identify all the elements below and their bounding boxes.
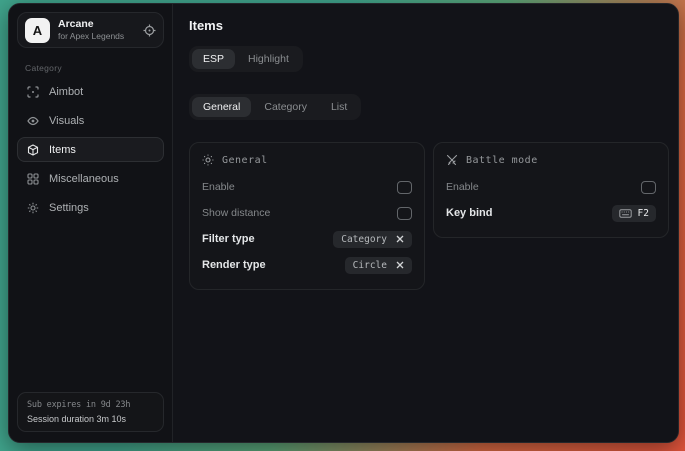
setting-row-render-type: Render type Circle [202,252,412,278]
sidebar-item-label: Settings [49,202,89,214]
subscription-card: Sub expires in 9d 23h Session duration 3… [17,392,164,432]
main-content: Items ESP Highlight General Category Lis… [173,4,679,442]
sidebar-item-settings[interactable]: Settings [17,195,164,220]
sun-icon [202,154,214,166]
tab-category[interactable]: Category [253,97,318,117]
crosshair-icon [27,86,39,98]
setting-row-show-distance: Show distance [202,200,412,226]
mode-tabbar: ESP Highlight [189,46,303,72]
tab-esp[interactable]: ESP [192,49,235,69]
panel-battle-mode: Battle mode Enable Key bind [433,142,669,238]
app-header-card: A Arcane for Apex Legends [17,12,164,48]
setting-row-key-bind: Key bind F2 [446,200,656,226]
tab-general[interactable]: General [192,97,251,117]
tab-list[interactable]: List [320,97,358,117]
panel-general: General Enable Show distance Filter type… [189,142,425,290]
battle-enable-checkbox[interactable] [641,181,656,194]
sidebar-item-items[interactable]: Items [17,137,164,162]
app-window: A Arcane for Apex Legends Category [8,3,679,443]
sidebar-item-miscellaneous[interactable]: Miscellaneous [17,166,164,191]
app-logo: A [25,18,50,43]
panels-row: General Enable Show distance Filter type… [189,142,669,290]
filter-type-select[interactable]: Category [333,231,412,248]
setting-row-enable: Enable [446,174,656,200]
setting-row-enable: Enable [202,174,412,200]
clear-icon[interactable] [396,261,404,269]
tab-highlight[interactable]: Highlight [237,49,300,69]
setting-row-filter-type: Filter type Category [202,226,412,252]
panel-title: Battle mode [466,155,538,166]
app-title: Arcane [58,18,135,31]
sidebar-item-label: Visuals [49,115,84,127]
page-title: Items [189,18,669,33]
sidebar-section-label: Category [25,63,164,73]
sidebar-item-visuals[interactable]: Visuals [17,108,164,133]
clear-icon[interactable] [396,235,404,243]
panel-title: General [222,155,268,166]
sidebar-item-label: Items [49,144,76,156]
target-icon[interactable] [143,24,156,37]
keybind-button[interactable]: F2 [612,205,656,222]
sidebar-nav: Aimbot Visuals Items [17,79,164,220]
sub-expires-text: Sub expires in 9d 23h [27,400,154,410]
app-subtitle: for Apex Legends [58,31,135,42]
sidebar: A Arcane for Apex Legends Category [9,4,173,442]
show-distance-checkbox[interactable] [397,207,412,220]
sidebar-item-label: Miscellaneous [49,173,119,185]
keyboard-icon [619,209,632,218]
eye-icon [27,115,39,127]
enable-checkbox[interactable] [397,181,412,194]
sidebar-item-label: Aimbot [49,86,83,98]
session-duration-text: Session duration 3m 10s [27,414,154,424]
swords-icon [446,154,458,166]
sub-tabbar: General Category List [189,94,361,120]
render-type-select[interactable]: Circle [345,257,412,274]
box-icon [27,144,39,156]
gear-icon [27,202,39,214]
grid-icon [27,173,39,185]
sidebar-item-aimbot[interactable]: Aimbot [17,79,164,104]
